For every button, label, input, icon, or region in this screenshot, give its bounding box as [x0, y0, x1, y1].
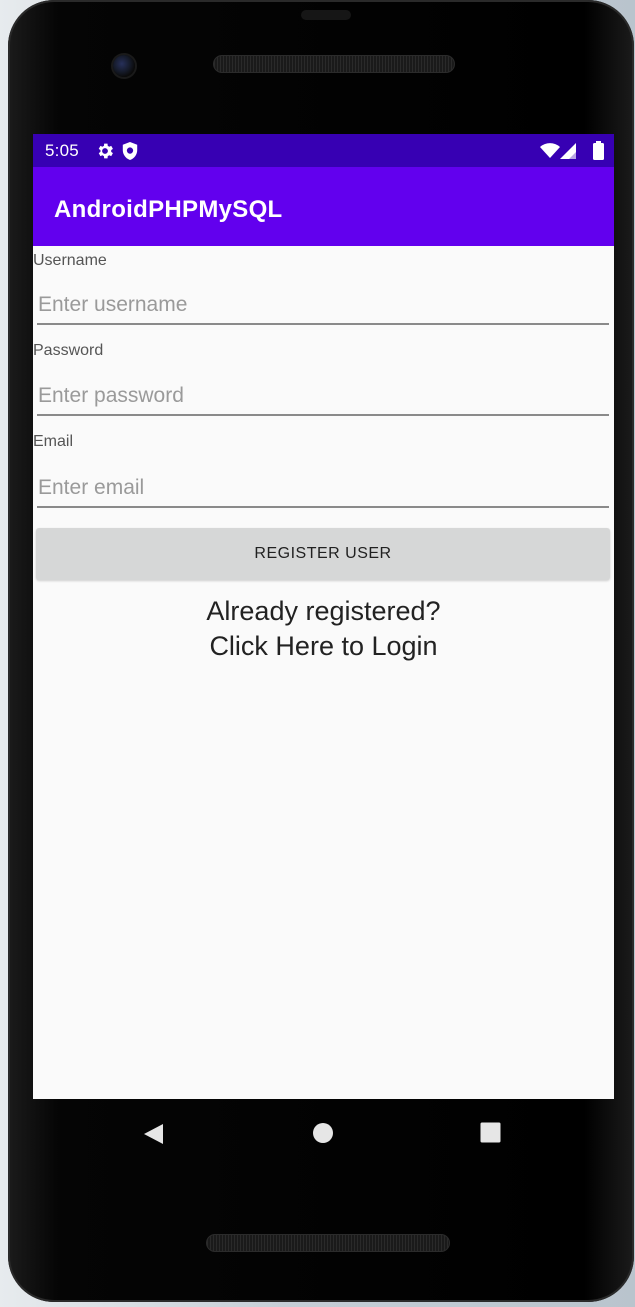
status-bar: 5:05 [33, 134, 614, 167]
app-title: AndroidPHPMySQL [54, 196, 283, 223]
shield-icon [122, 142, 138, 160]
top-speaker-grille [213, 55, 455, 73]
home-circle-icon[interactable] [312, 1122, 334, 1144]
password-input[interactable] [37, 378, 609, 416]
gear-icon [98, 143, 113, 159]
status-time: 5:05 [45, 141, 79, 160]
login-link-line2: Click Here to Login [209, 631, 438, 661]
recents-square-icon[interactable] [480, 1122, 501, 1143]
username-label: Username [33, 252, 107, 269]
signal-icon [560, 143, 576, 159]
email-input[interactable] [37, 470, 609, 508]
top-notch [301, 10, 351, 20]
back-triangle-icon[interactable] [143, 1122, 165, 1146]
emulator-background: 5:05 AndroidPHPMySQL Username Enter user… [0, 0, 635, 1307]
password-label: Password [33, 342, 104, 359]
register-user-button[interactable]: REGISTER USER [36, 528, 610, 580]
email-label: Email [33, 433, 74, 450]
phone-screen: 5:05 AndroidPHPMySQL Username Enter user… [33, 134, 614, 1099]
login-link[interactable]: Already registered? Click Here to Login [33, 594, 614, 664]
wifi-icon [540, 143, 560, 158]
bottom-speaker-grille [206, 1234, 450, 1252]
front-camera [113, 55, 135, 77]
username-input[interactable] [37, 287, 609, 325]
login-link-line1: Already registered? [206, 596, 441, 626]
app-bar: AndroidPHPMySQL [33, 167, 614, 246]
battery-icon [593, 141, 604, 160]
